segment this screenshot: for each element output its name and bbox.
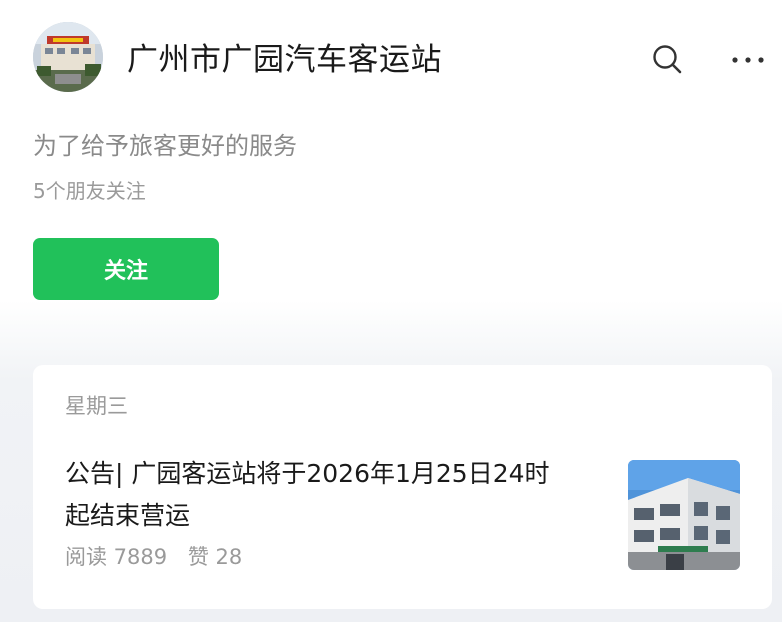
article-thumbnail[interactable] [628, 460, 740, 570]
more-icon [732, 57, 764, 63]
search-button[interactable] [648, 40, 688, 80]
profile-page: 广州市广园汽车客运站 为了给予旅客更好的服务 5个朋友关注 关注 星期三 公告|… [0, 0, 782, 622]
friends-following-count[interactable]: 5个朋友关注 [33, 177, 146, 205]
article-title[interactable]: 公告| 广园客运站将于2026年1月25日24时 起结束营运 [65, 453, 605, 537]
more-button[interactable] [728, 40, 768, 80]
article-card[interactable]: 星期三 公告| 广园客运站将于2026年1月25日24时 起结束营运 阅读 78… [33, 365, 772, 609]
avatar-image [33, 22, 103, 92]
search-icon [653, 45, 682, 74]
thumbnail-image [628, 460, 740, 570]
article-stats: 阅读 7889 赞 28 [65, 543, 256, 571]
follow-button[interactable]: 关注 [33, 238, 219, 300]
article-title-line-1: 公告| 广园客运站将于2026年1月25日24时 [65, 459, 550, 488]
account-avatar[interactable] [33, 22, 103, 92]
like-count: 赞 28 [187, 545, 243, 569]
account-tagline: 为了给予旅客更好的服务 [33, 132, 297, 160]
article-day: 星期三 [65, 394, 128, 418]
read-count: 阅读 7889 [65, 545, 168, 569]
article-title-line-2: 起结束营运 [65, 501, 191, 530]
account-name: 广州市广园汽车客运站 [127, 42, 442, 78]
